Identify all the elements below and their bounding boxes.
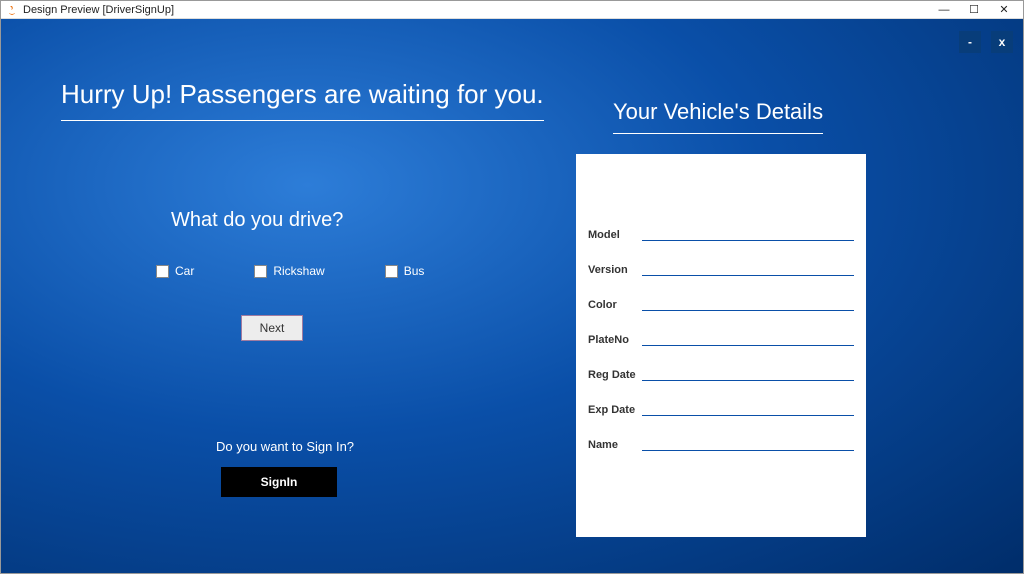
rickshaw-label: Rickshaw bbox=[273, 264, 324, 278]
car-label: Car bbox=[175, 264, 194, 278]
rickshaw-checkbox-item[interactable]: Rickshaw bbox=[254, 264, 324, 278]
name-row: Name bbox=[588, 434, 854, 451]
window: Design Preview [DriverSignUp] — ☐ ✕ - x … bbox=[0, 0, 1024, 574]
plateno-label: PlateNo bbox=[588, 334, 638, 346]
expdate-input[interactable] bbox=[642, 399, 854, 416]
next-button[interactable]: Next bbox=[241, 315, 303, 341]
window-title: Design Preview [DriverSignUp] bbox=[23, 4, 929, 16]
car-checkbox[interactable] bbox=[156, 265, 169, 278]
version-row: Version bbox=[588, 259, 854, 276]
plateno-input[interactable] bbox=[642, 329, 854, 346]
bus-label: Bus bbox=[404, 264, 425, 278]
inner-close-button[interactable]: x bbox=[991, 31, 1013, 53]
rickshaw-checkbox[interactable] bbox=[254, 265, 267, 278]
close-button[interactable]: ✕ bbox=[989, 2, 1019, 18]
headline: Hurry Up! Passengers are waiting for you… bbox=[61, 79, 544, 121]
car-checkbox-item[interactable]: Car bbox=[156, 264, 194, 278]
java-icon bbox=[5, 3, 19, 17]
vehicle-type-question: What do you drive? bbox=[171, 209, 343, 232]
color-input[interactable] bbox=[642, 294, 854, 311]
bus-checkbox[interactable] bbox=[385, 265, 398, 278]
content-area: - x Hurry Up! Passengers are waiting for… bbox=[1, 19, 1023, 573]
version-input[interactable] bbox=[642, 259, 854, 276]
titlebar: Design Preview [DriverSignUp] — ☐ ✕ bbox=[1, 1, 1023, 19]
name-input[interactable] bbox=[642, 434, 854, 451]
color-row: Color bbox=[588, 294, 854, 311]
window-controls: — ☐ ✕ bbox=[929, 2, 1019, 18]
model-input[interactable] bbox=[642, 224, 854, 241]
version-label: Version bbox=[588, 264, 638, 276]
regdate-input[interactable] bbox=[642, 364, 854, 381]
regdate-label: Reg Date bbox=[588, 369, 638, 381]
minimize-button[interactable]: — bbox=[929, 2, 959, 18]
regdate-row: Reg Date bbox=[588, 364, 854, 381]
color-label: Color bbox=[588, 299, 638, 311]
inner-minimize-button[interactable]: - bbox=[959, 31, 981, 53]
expdate-label: Exp Date bbox=[588, 404, 638, 416]
model-label: Model bbox=[588, 229, 638, 241]
signin-button[interactable]: SignIn bbox=[221, 467, 337, 497]
vehicle-details-title: Your Vehicle's Details bbox=[613, 99, 823, 134]
expdate-row: Exp Date bbox=[588, 399, 854, 416]
vehicle-details-panel: Model Version Color PlateNo Reg Date Exp… bbox=[576, 154, 866, 537]
signin-prompt: Do you want to Sign In? bbox=[216, 439, 354, 454]
model-row: Model bbox=[588, 224, 854, 241]
bus-checkbox-item[interactable]: Bus bbox=[385, 264, 425, 278]
vehicle-type-checkboxes: Car Rickshaw Bus bbox=[156, 264, 424, 278]
name-label: Name bbox=[588, 439, 638, 451]
maximize-button[interactable]: ☐ bbox=[959, 2, 989, 18]
plateno-row: PlateNo bbox=[588, 329, 854, 346]
inner-window-controls: - x bbox=[959, 31, 1013, 53]
